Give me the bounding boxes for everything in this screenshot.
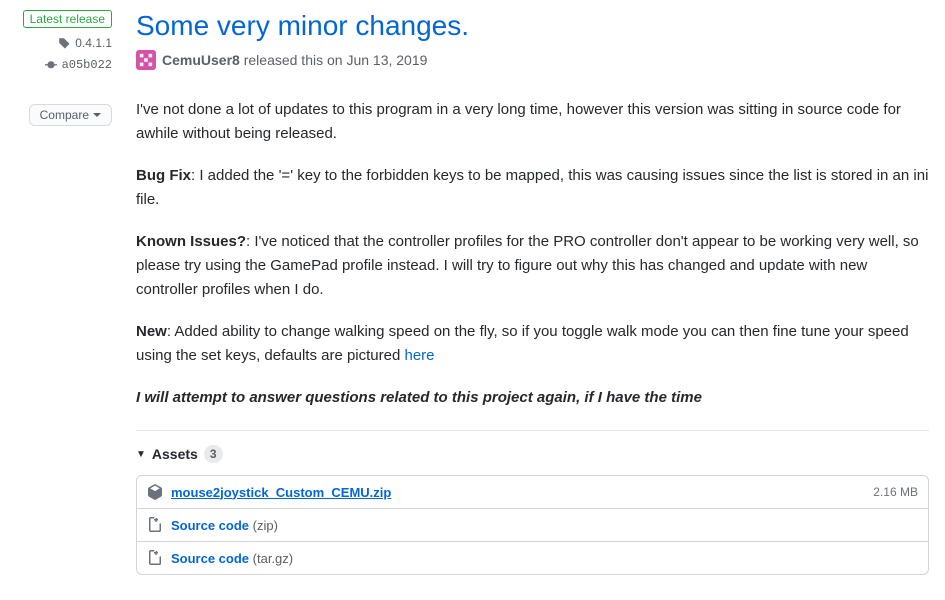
- body-new: New: Added ability to change walking spe…: [136, 320, 929, 368]
- assets-label: Assets: [152, 446, 198, 462]
- asset-row[interactable]: Source code (zip): [137, 508, 928, 541]
- triangle-down-icon: ▼: [136, 449, 146, 460]
- assets-list: mouse2joystick_Custom_CEMU.zip 2.16 MB S…: [136, 475, 929, 575]
- latest-release-badge: Latest release: [23, 10, 112, 28]
- file-zip-icon: [147, 550, 163, 566]
- asset-name[interactable]: mouse2joystick_Custom_CEMU.zip: [171, 485, 873, 500]
- tag-icon: [57, 36, 71, 50]
- body-known-issues: Known Issues?: I've noticed that the con…: [136, 230, 929, 302]
- assets-count: 3: [204, 445, 223, 463]
- release-date[interactable]: on Jun 13, 2019: [327, 52, 427, 68]
- compare-label: Compare: [40, 108, 89, 122]
- author-link[interactable]: CemuUser8: [162, 52, 240, 68]
- assets-toggle[interactable]: ▼ Assets 3: [136, 445, 929, 463]
- release-meta: CemuUser8 released this on Jun 13, 2019: [136, 50, 929, 70]
- caret-down-icon: [93, 113, 101, 117]
- release-sidebar: Latest release 0.4.1.1 a05b022 Compare: [0, 10, 120, 575]
- tag-link[interactable]: 0.4.1.1: [75, 36, 112, 50]
- avatar-icon: [139, 53, 153, 67]
- commit-icon: [44, 58, 58, 72]
- tag-row[interactable]: 0.4.1.1: [57, 36, 112, 50]
- avatar[interactable]: [136, 50, 156, 70]
- body-intro: I've not done a lot of updates to this p…: [136, 98, 929, 146]
- asset-format: (zip): [253, 518, 278, 533]
- asset-name[interactable]: Source code (tar.gz): [171, 551, 918, 566]
- asset-row[interactable]: Source code (tar.gz): [137, 541, 928, 574]
- release-action-text: released this: [240, 52, 327, 68]
- here-link[interactable]: here: [404, 347, 434, 364]
- file-zip-icon: [147, 517, 163, 533]
- release-content: Some very minor changes. CemuUser8 relea…: [120, 10, 945, 575]
- asset-format: (tar.gz): [253, 551, 293, 566]
- asset-name[interactable]: Source code (zip): [171, 518, 918, 533]
- compare-button[interactable]: Compare: [29, 104, 112, 126]
- divider: [136, 430, 929, 431]
- asset-row[interactable]: mouse2joystick_Custom_CEMU.zip 2.16 MB: [137, 476, 928, 508]
- release-body: I've not done a lot of updates to this p…: [136, 98, 929, 410]
- commit-link[interactable]: a05b022: [62, 58, 112, 72]
- body-bugfix: Bug Fix: I added the '=' key to the forb…: [136, 164, 929, 212]
- asset-size: 2.16 MB: [873, 485, 918, 499]
- body-closing: I will attempt to answer questions relat…: [136, 386, 929, 410]
- package-icon: [147, 484, 163, 500]
- release-title[interactable]: Some very minor changes.: [136, 10, 929, 42]
- commit-row[interactable]: a05b022: [44, 58, 112, 72]
